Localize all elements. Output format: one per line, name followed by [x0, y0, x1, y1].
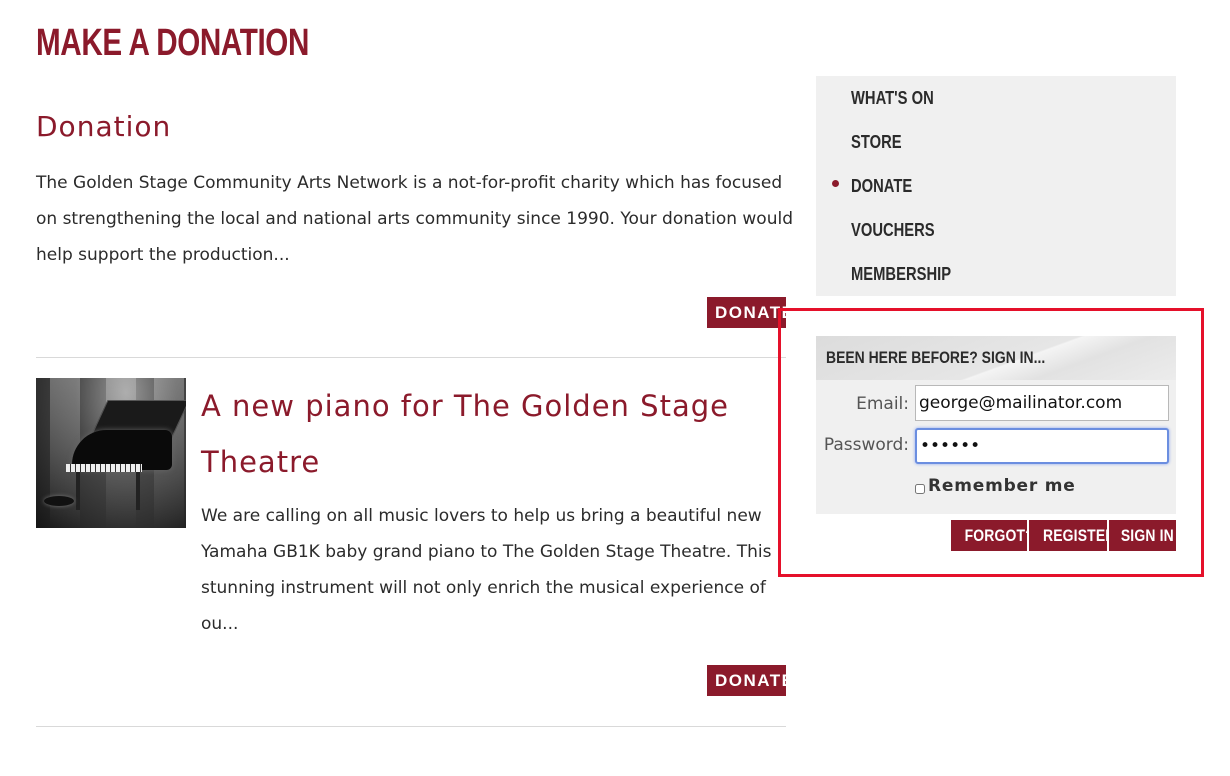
article-description: We are calling on all music lovers to he… [201, 506, 772, 634]
sidebar-item-store[interactable]: STORE [851, 120, 902, 164]
piano-leg [136, 472, 140, 510]
active-bullet-icon [832, 180, 839, 187]
piano-keys [66, 464, 142, 472]
donation-description: The Golden Stage Community Arts Network … [36, 173, 793, 265]
donation-title[interactable]: Donation [36, 110, 171, 143]
highlight-box [778, 308, 1204, 577]
donate-button[interactable]: DONATE [707, 665, 793, 696]
sidebar-item-whats-on[interactable]: WHAT'S ON [851, 76, 934, 120]
sidebar-item-donate[interactable]: DONATE [851, 164, 912, 208]
divider [36, 726, 786, 727]
piano-leg [76, 472, 80, 510]
piano-thumbnail[interactable] [36, 378, 186, 528]
piano-stool [44, 496, 74, 506]
donate-button[interactable]: DONATE [707, 297, 793, 328]
sidebar-nav: WHAT'S ON STORE DONATE VOUCHERS MEMBERSH… [816, 76, 1176, 296]
article-title[interactable]: A new piano for The Golden Stage Theatre [201, 378, 761, 490]
sidebar-item-vouchers[interactable]: VOUCHERS [851, 208, 935, 252]
sidebar-item-membership[interactable]: MEMBERSHIP [851, 252, 951, 296]
page-title: MAKE A DONATION [36, 22, 309, 64]
divider [36, 357, 786, 358]
